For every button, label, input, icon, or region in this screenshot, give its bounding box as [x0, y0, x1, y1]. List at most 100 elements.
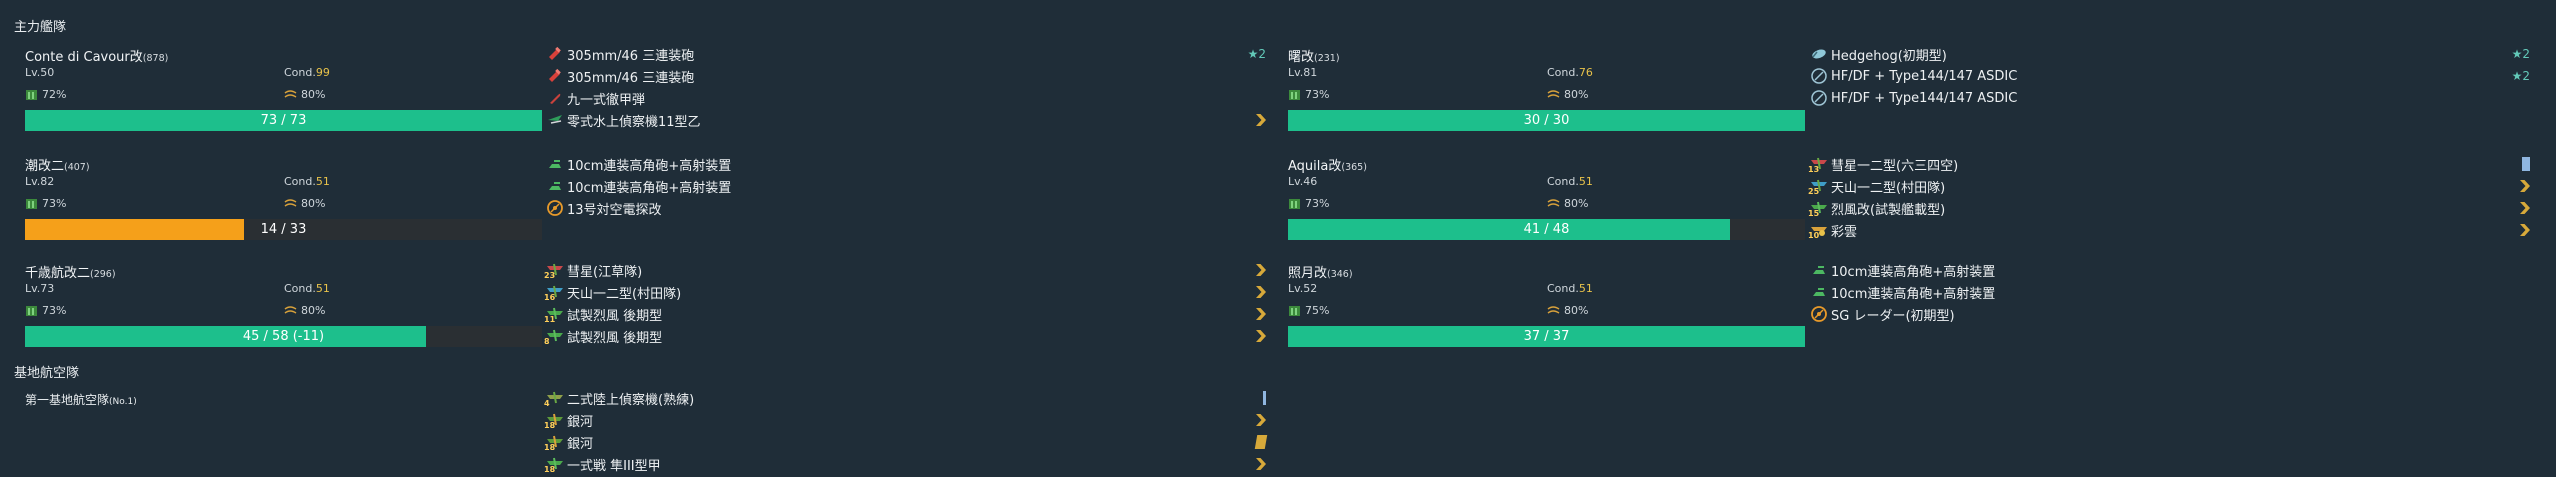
base-equipment-item[interactable]: 18 銀河 — [544, 432, 1268, 452]
proficiency-chevron-icon — [2520, 224, 2530, 236]
equipment-item[interactable]: HF/DF + Type144/147 ASDIC — [1810, 88, 2530, 108]
cond-label: Cond. — [284, 175, 316, 188]
hp-text: 73 / 73 — [260, 113, 307, 128]
equipment-item[interactable]: 11 試製烈風 後期型 — [544, 304, 1266, 324]
cond-label: Cond. — [284, 282, 316, 295]
proficiency-chevron-icon — [1256, 286, 1266, 298]
fuel: 72% — [25, 88, 66, 101]
equipment-name: 10cm連装高角砲+高射装置 — [567, 180, 732, 196]
equipment-item[interactable]: 13号対空電探改 — [546, 198, 1266, 218]
sec-gun-green-icon — [546, 155, 564, 173]
proficiency-chevron-icon — [1256, 458, 1266, 470]
hp-text: 14 / 33 — [260, 222, 307, 237]
ship-name: 潮改二(407) — [25, 155, 90, 174]
ship-name-text: 曙改 — [1288, 50, 1315, 65]
ammo: 80% — [284, 304, 325, 317]
hp-bar: 45 / 58 (-11) — [25, 326, 542, 347]
equipment-name: 烈風改(試製艦載型) — [1831, 202, 1946, 218]
ship-card[interactable]: Conte di Cavour改(878) Lv.50 Cond.99 72% 80% 7… — [14, 46, 544, 146]
slot-count: 11 — [544, 315, 556, 324]
equipment-item[interactable]: 305mm/46 三連装砲 — [546, 66, 1266, 86]
land-recon-icon: 4 — [544, 389, 564, 408]
ship-level: Lv.50 — [25, 66, 55, 79]
fuel-icon — [26, 199, 37, 209]
cond-value: 51 — [1578, 175, 1593, 188]
equipment-marker: ★2 — [1248, 44, 1266, 64]
equipment-item[interactable]: 10 彩雲 — [1808, 220, 2530, 240]
sonar-icon — [1810, 67, 1828, 85]
ship-name: 照月改(346) — [1288, 262, 1353, 281]
equipment-name: 天山一二型(村田隊) — [1831, 180, 1946, 196]
proficiency-bar-icon — [1254, 435, 1268, 449]
ship-card[interactable]: 照月改(346) Lv.52 Cond.51 75% 80% 37 / 37 — [1277, 262, 1807, 362]
fuel-value: 73% — [42, 197, 67, 210]
hp-text: 41 / 48 — [1523, 222, 1570, 237]
equipment-item[interactable]: 10cm連装高角砲+高射装置 — [546, 154, 1266, 174]
proficiency-chevron-icon — [2520, 202, 2530, 214]
equipment-item[interactable]: HF/DF + Type144/147 ASDIC ★2 — [1810, 66, 2530, 86]
equipment-name: 305mm/46 三連装砲 — [567, 48, 695, 64]
fuel-value: 72% — [42, 88, 67, 101]
recon-icon: 10 — [1808, 221, 1828, 240]
equipment-item[interactable]: 九一式徹甲弾 — [546, 88, 1266, 108]
dive-bomber-icon: 23 — [544, 261, 564, 280]
equipment-item[interactable]: 25 天山一二型(村田隊) — [1808, 176, 2530, 196]
fuel-value: 73% — [1305, 88, 1330, 101]
equipment-marker — [1256, 282, 1266, 302]
ship-card[interactable]: 潮改二(407) Lv.82 Cond.51 73% 80% 14 / 33 — [14, 155, 544, 255]
equipment-marker — [1256, 410, 1266, 430]
base-id: (No.1) — [109, 397, 137, 407]
equipment-item[interactable]: 零式水上偵察機11型乙 — [546, 110, 1266, 130]
equipment-item[interactable]: 23 彗星(江草隊) — [544, 260, 1266, 280]
equipment-item[interactable]: 10cm連装高角砲+高射装置 — [546, 176, 1266, 196]
equipment-name: 彗星(江草隊) — [567, 264, 643, 280]
equipment-item[interactable]: SG レーダー(初期型) — [1810, 304, 2530, 324]
ship-cond: Cond.51 — [284, 282, 330, 295]
ship-cond: Cond.99 — [284, 66, 330, 79]
base-equipment-item[interactable]: 18 一式戦 隼III型甲 — [544, 454, 1266, 474]
ship-name-text: 千歳航改二 — [25, 266, 91, 281]
cond-value: 51 — [315, 282, 330, 295]
equipment-item[interactable]: 13 彗星一二型(六三四空) — [1808, 154, 2530, 174]
sec-gun-green-icon — [546, 177, 564, 195]
ship-name: 曙改(231) — [1288, 46, 1340, 65]
hp-bar: 30 / 30 — [1288, 110, 1805, 131]
equipment-item[interactable]: 305mm/46 三連装砲 ★2 — [546, 44, 1266, 64]
equipment-item[interactable]: 16 天山一二型(村田隊) — [544, 282, 1266, 302]
ammo-value: 80% — [301, 304, 326, 317]
base-equipment-item[interactable]: 4 二式陸上偵察機(熟練) — [544, 388, 1266, 408]
fuel: 73% — [1288, 197, 1329, 210]
ship-id: (231) — [1314, 53, 1340, 64]
hp-bar: 14 / 33 — [25, 219, 542, 240]
ship-cond: Cond.51 — [284, 175, 330, 188]
fuel: 73% — [25, 304, 66, 317]
ship-card[interactable]: Aquila改(365) Lv.46 Cond.51 73% 80% 41 / 48 — [1277, 155, 1807, 255]
cond-value: 76 — [1578, 66, 1593, 79]
fuel: 75% — [1288, 304, 1329, 317]
ship-card[interactable]: 千歳航改二(296) Lv.73 Cond.51 73% 80% 45 / 58 (-11… — [14, 262, 544, 362]
ammo-icon — [284, 306, 297, 314]
equipment-item[interactable]: Hedgehog(初期型) ★2 — [1810, 44, 2530, 64]
cond-value: 51 — [1578, 282, 1593, 295]
fighter-icon: 11 — [544, 305, 564, 324]
equipment-name: 彗星一二型(六三四空) — [1831, 158, 1959, 174]
equipment-name: 一式戦 隼III型甲 — [567, 458, 661, 474]
equipment-item[interactable]: 10cm連装高角砲+高射装置 — [1810, 260, 2530, 280]
equipment-marker — [1256, 110, 1266, 130]
equipment-name: HF/DF + Type144/147 ASDIC — [1831, 68, 2018, 84]
hp-bar: 37 / 37 — [1288, 326, 1805, 347]
main-gun-red-icon — [546, 45, 564, 63]
base-equipment-item[interactable]: 18 銀河 — [544, 410, 1266, 430]
ship-id: (365) — [1341, 162, 1367, 173]
equipment-item[interactable]: 15 烈風改(試製艦載型) — [1808, 198, 2530, 218]
ship-card[interactable]: 曙改(231) Lv.81 Cond.76 73% 80% 30 / 30 — [1277, 46, 1807, 146]
equipment-item[interactable]: 8 試製烈風 後期型 — [544, 326, 1266, 346]
slot-count: 8 — [544, 337, 550, 346]
base-name: 第一基地航空隊(No.1) — [25, 391, 137, 408]
ammo-icon — [1547, 199, 1560, 207]
proficiency-chevron-icon — [1256, 264, 1266, 276]
ship-cond: Cond.51 — [1547, 175, 1593, 188]
sec-gun-green-icon — [1810, 283, 1828, 301]
equipment-item[interactable]: 10cm連装高角砲+高射装置 — [1810, 282, 2530, 302]
fuel-icon — [26, 90, 37, 100]
